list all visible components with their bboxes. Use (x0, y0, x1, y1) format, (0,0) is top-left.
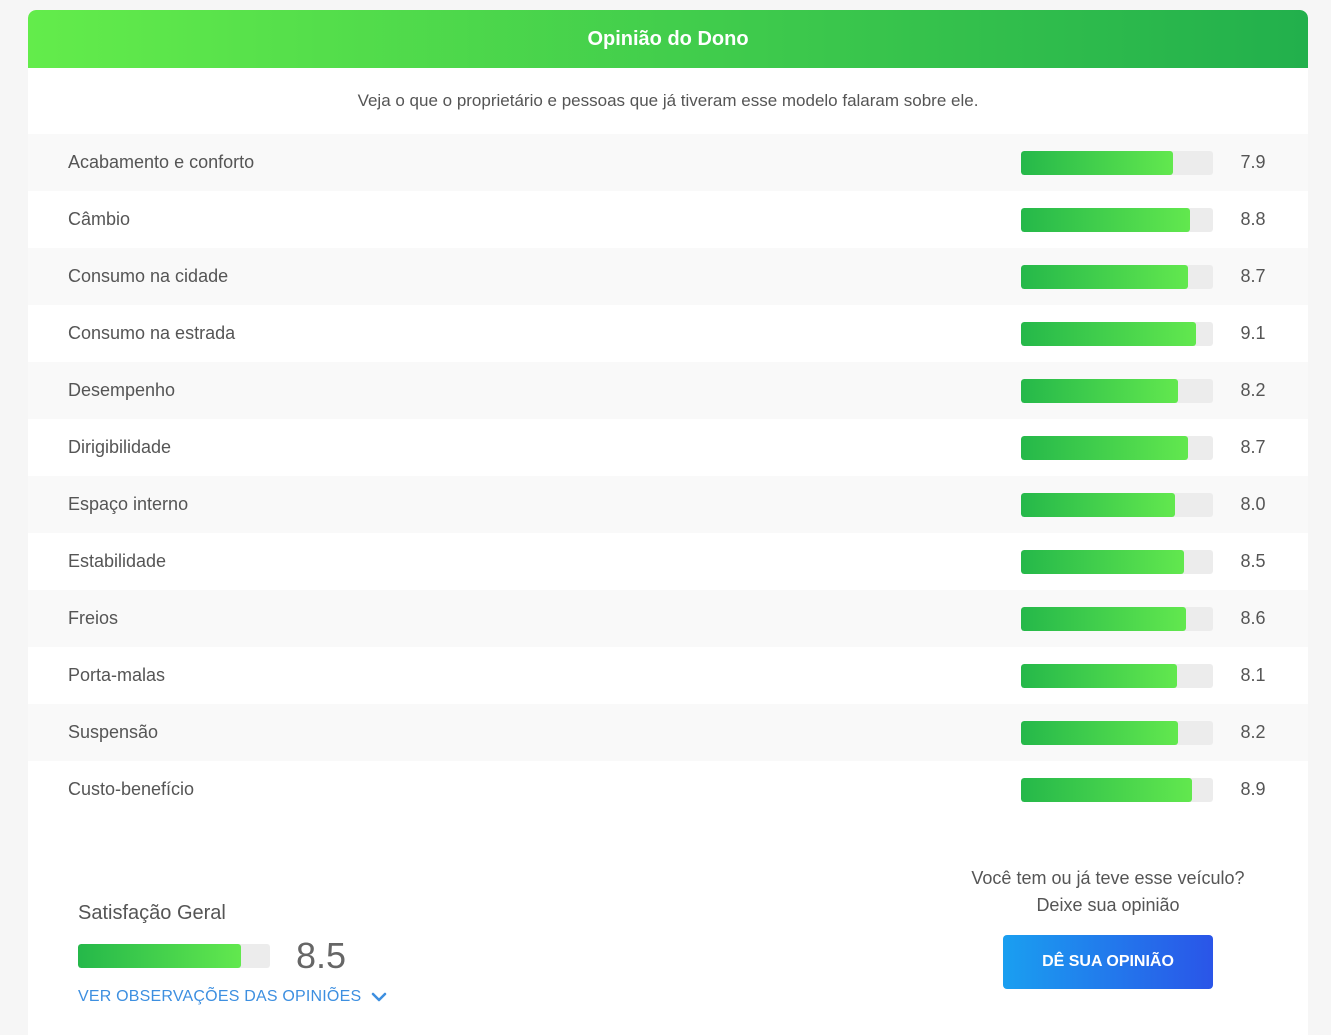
card-title: Opinião do Dono (587, 27, 749, 50)
rating-bar-track (1021, 321, 1213, 346)
cta-question: Você tem ou já teve esse veículo? (971, 868, 1245, 888)
rating-bar-fill (1021, 207, 1190, 232)
rating-value: 8.6 (1240, 608, 1266, 628)
overall-satisfaction-bar-track (78, 944, 270, 968)
rating-bar-fill (1021, 492, 1175, 517)
rating-row: Acabamento e conforto 7.9 (28, 134, 1308, 191)
chevron-down-icon (372, 992, 387, 1002)
rating-row: Estabilidade 8.5 (28, 533, 1308, 590)
rating-bar-track (1021, 720, 1213, 745)
rating-value: 9.1 (1240, 323, 1266, 343)
rating-bar-track (1021, 549, 1213, 574)
rating-bar-track (1021, 264, 1213, 289)
card-subtitle: Veja o que o proprietário e pessoas que … (357, 91, 979, 110)
rating-label: Freios (68, 608, 119, 628)
rating-label: Consumo na cidade (68, 266, 229, 286)
rating-value: 8.0 (1240, 494, 1266, 514)
rating-row: Custo-benefício 8.9 (28, 761, 1308, 818)
rating-label: Dirigibilidade (68, 437, 172, 457)
rating-label: Custo-benefício (68, 779, 195, 799)
rating-bar-fill (1021, 150, 1173, 175)
rating-value: 8.9 (1240, 779, 1266, 799)
rating-bar-track (1021, 435, 1213, 460)
give-opinion-button[interactable]: DÊ SUA OPINIÃO (1003, 935, 1213, 989)
rating-bar-track (1021, 150, 1213, 175)
rating-bar-fill (1021, 378, 1179, 403)
rating-value: 8.5 (1240, 551, 1266, 571)
rating-label: Consumo na estrada (68, 323, 236, 343)
rating-bar-fill (1021, 264, 1189, 289)
rating-row: Câmbio 8.8 (28, 191, 1308, 248)
card-header: Opinião do Dono (28, 10, 1308, 68)
rating-row: Espaço interno 8.0 (28, 476, 1308, 533)
rating-value: 7.9 (1240, 152, 1266, 172)
rating-bar-fill (1021, 321, 1196, 346)
rating-bar-fill (1021, 549, 1185, 574)
rating-bar-track (1021, 207, 1213, 232)
rating-label: Estabilidade (68, 551, 167, 571)
ratings-list: Acabamento e conforto 7.9 Câmbio 8.8 Consumo… (28, 134, 1308, 818)
rating-value: 8.8 (1240, 209, 1266, 229)
rating-value: 8.2 (1240, 722, 1266, 742)
rating-bar-track (1021, 606, 1213, 631)
rating-label: Suspensão (68, 722, 159, 742)
view-observations-label: VER OBSERVAÇÕES DAS OPINIÕES (78, 988, 362, 1005)
rating-value: 8.7 (1240, 437, 1266, 457)
rating-bar-track (1021, 663, 1213, 688)
rating-row: Suspensão 8.2 (28, 704, 1308, 761)
rating-label: Espaço interno (68, 494, 189, 514)
rating-bar-track (1021, 492, 1213, 517)
overall-satisfaction-title: Satisfação Geral (78, 902, 226, 924)
rating-row: Dirigibilidade 8.7 (28, 419, 1308, 476)
rating-bar-fill (1021, 663, 1177, 688)
cta-subtext: Deixe sua opinião (1036, 895, 1180, 915)
overall-satisfaction-bar-fill (78, 944, 242, 968)
rating-bar-fill (1021, 435, 1189, 460)
rating-row: Porta-malas 8.1 (28, 647, 1308, 704)
rating-bar-track (1021, 378, 1213, 403)
rating-bar-fill (1021, 606, 1187, 631)
rating-label: Porta-malas (68, 665, 166, 685)
rating-bar-track (1021, 777, 1213, 802)
rating-row: Consumo na estrada 9.1 (28, 305, 1308, 362)
rating-value: 8.2 (1240, 380, 1266, 400)
rating-value: 8.7 (1240, 266, 1266, 286)
rating-row: Freios 8.6 (28, 590, 1308, 647)
rating-label: Acabamento e conforto (68, 152, 255, 172)
give-opinion-section: Você tem ou já teve esse veículo? Deixe … (928, 865, 1288, 989)
owner-opinion-card: Opinião do Dono Veja o que o proprietári… (28, 10, 1308, 1035)
rating-bar-fill (1021, 777, 1192, 802)
rating-bar-fill (1021, 720, 1179, 745)
overall-satisfaction-value: 8.5 (296, 935, 347, 976)
overall-satisfaction-bar-row: 8.5 (78, 935, 346, 977)
overall-satisfaction: Satisfação Geral 8.5 (78, 902, 346, 977)
rating-label: Câmbio (68, 209, 131, 229)
rating-label: Desempenho (68, 380, 176, 400)
view-observations-link[interactable]: VER OBSERVAÇÕES DAS OPINIÕES (78, 988, 387, 1006)
rating-value: 8.1 (1240, 665, 1266, 685)
rating-row: Desempenho 8.2 (28, 362, 1308, 419)
rating-row: Consumo na cidade 8.7 (28, 248, 1308, 305)
